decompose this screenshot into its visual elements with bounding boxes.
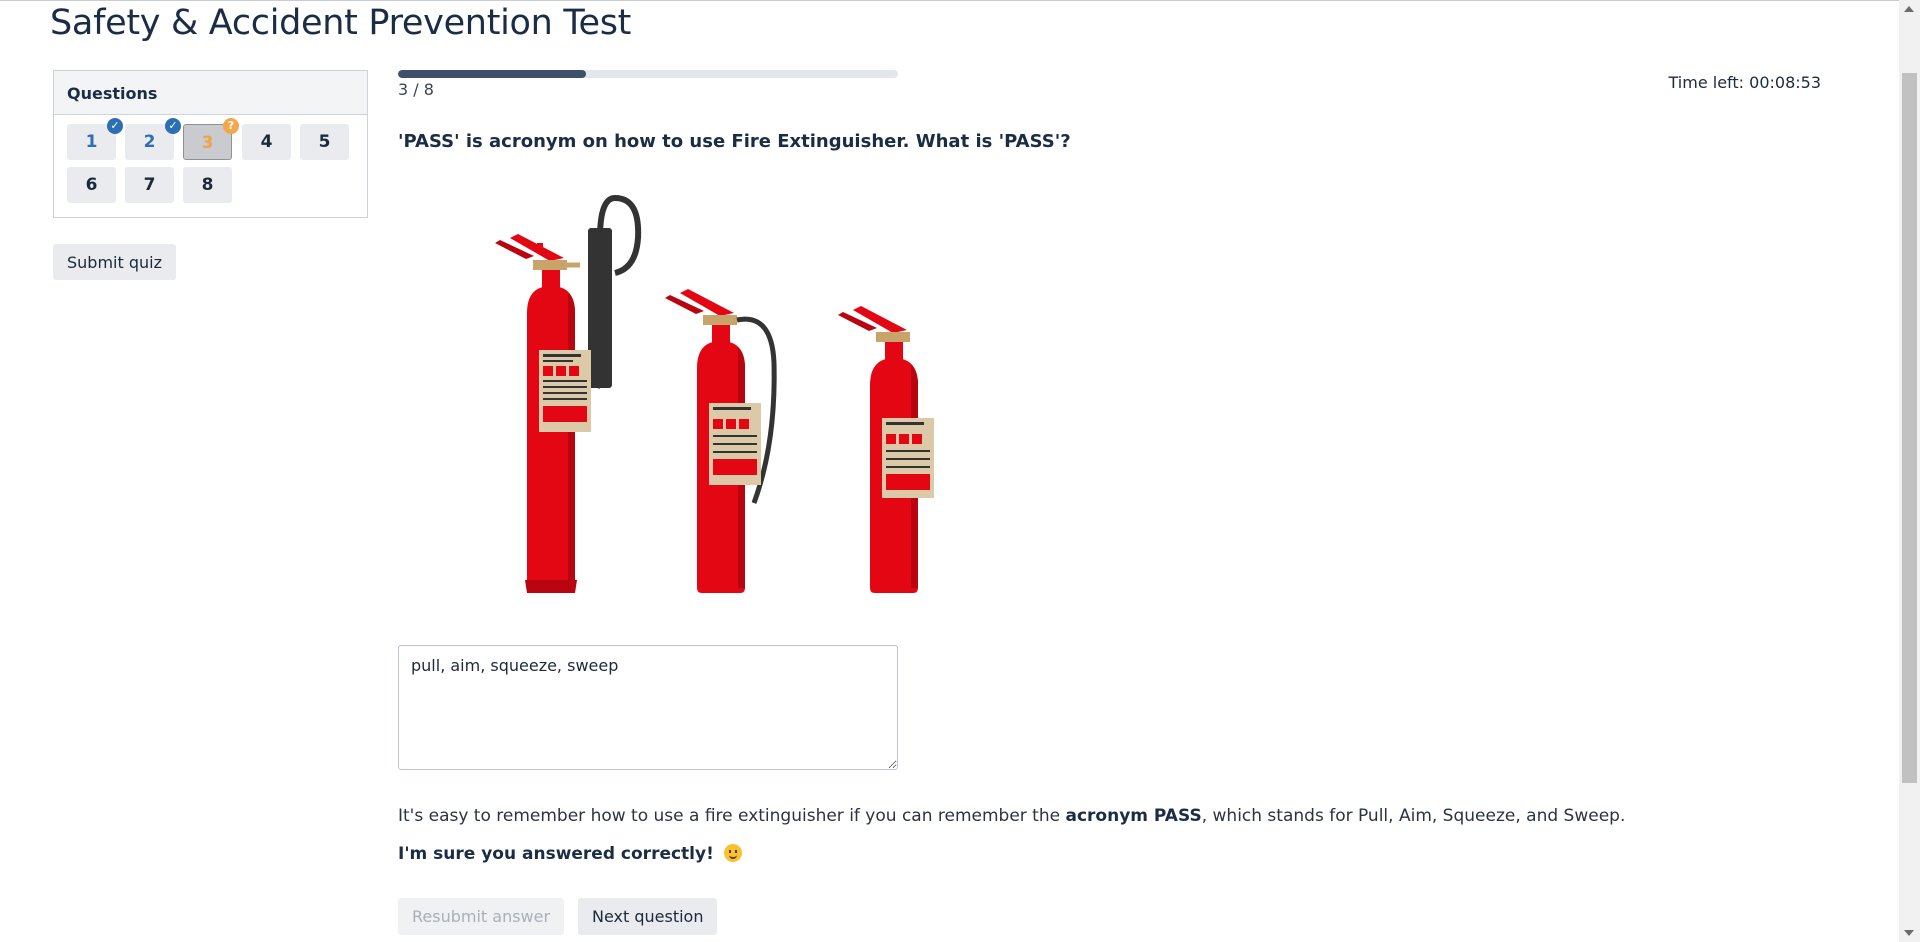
question-nav-button-4[interactable]: 4 [242, 124, 291, 160]
page-title: Safety & Accident Prevention Test [50, 3, 632, 43]
top-border [0, 0, 1899, 1]
submit-quiz-button[interactable]: Submit quiz [53, 244, 176, 280]
explanation-text-before: It's easy to remember how to use a fire … [398, 806, 1066, 826]
current-question-help-icon: ? [223, 118, 239, 134]
questions-panel: Questions 1 ✓ 2 ✓ 3 ? 4 5 6 7 8 [53, 70, 368, 218]
scroll-up-arrow-icon[interactable] [1904, 6, 1914, 12]
explanation-text-after: , which stands for Pull, Aim, Squeeze, a… [1201, 806, 1626, 826]
next-question-button[interactable]: Next question [578, 898, 718, 935]
question-nav-button-8[interactable]: 8 [183, 167, 232, 203]
questions-panel-header: Questions [54, 71, 367, 115]
resubmit-answer-button[interactable]: Resubmit answer [398, 898, 565, 935]
answered-check-icon: ✓ [165, 118, 181, 134]
medium-extinguisher-icon [665, 289, 777, 593]
scrollbar-thumb[interactable] [1902, 73, 1917, 783]
feedback-message: I'm sure you answered correctly! [398, 844, 742, 864]
fire-extinguishers-illustration [495, 194, 934, 593]
smile-emoji-icon [723, 844, 742, 862]
progress-label: 3 / 8 [398, 80, 434, 99]
feedback-text: I'm sure you answered correctly! [398, 844, 720, 864]
large-extinguisher-icon [495, 194, 642, 593]
question-nav-button-7[interactable]: 7 [125, 167, 174, 203]
answer-textarea[interactable]: pull, aim, squeeze, sweep [398, 645, 898, 770]
answered-check-icon: ✓ [107, 118, 123, 134]
progress-bar [398, 70, 898, 78]
explanation-text-bold: acronym PASS [1065, 806, 1202, 826]
question-nav-button-6[interactable]: 6 [67, 167, 116, 203]
scroll-down-arrow-icon[interactable] [1904, 930, 1914, 936]
progress-bar-fill [398, 70, 586, 78]
explanation-text: It's easy to remember how to use a fire … [398, 806, 1625, 826]
question-nav-button-5[interactable]: 5 [300, 124, 349, 160]
question-text: 'PASS' is acronym on how to use Fire Ext… [398, 131, 1071, 152]
small-extinguisher-icon [838, 306, 934, 593]
page-scrollbar[interactable] [1899, 0, 1920, 942]
time-left: Time left: 00:08:53 [1668, 73, 1822, 92]
